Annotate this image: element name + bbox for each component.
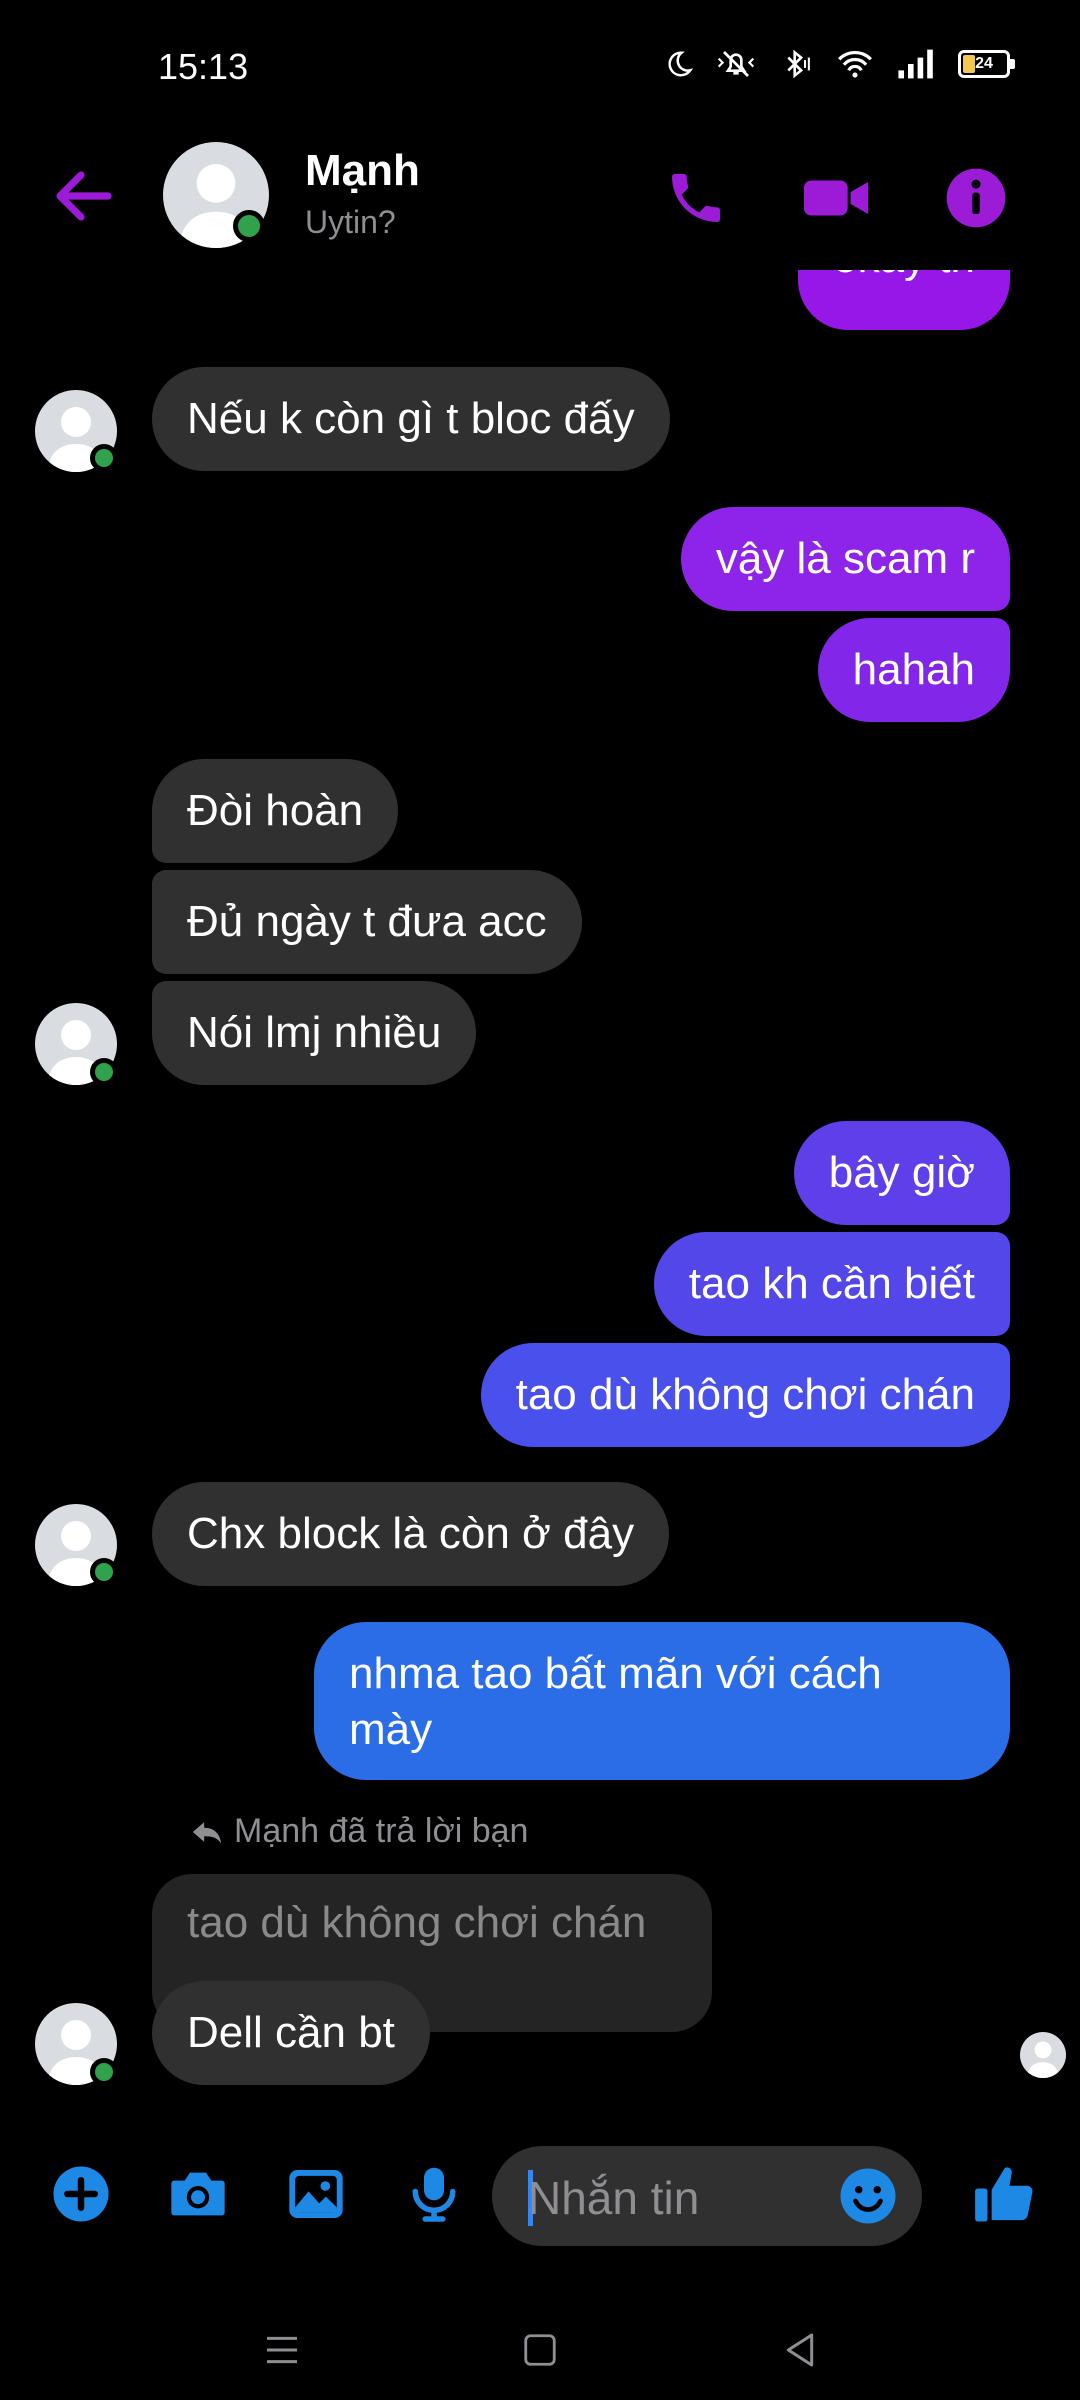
online-indicator xyxy=(233,210,265,242)
arrow-left-icon xyxy=(56,171,112,221)
back-button[interactable] xyxy=(48,160,120,232)
default-avatar-icon xyxy=(1026,2041,1060,2078)
online-indicator xyxy=(90,2058,118,2086)
add-button[interactable] xyxy=(43,2156,119,2232)
reply-indicator: Mạnh đã trả lời bạn xyxy=(190,1812,528,1851)
message-incoming[interactable]: Đủ ngày t đưa acc xyxy=(152,870,582,974)
voice-button[interactable] xyxy=(396,2156,472,2232)
message-incoming[interactable]: Nói lmj nhiều xyxy=(152,981,477,1085)
message-incoming[interactable]: Dell cần bt xyxy=(152,1981,430,2085)
call-button[interactable] xyxy=(658,160,734,236)
triangle-back-icon xyxy=(786,2333,814,2367)
smiley-icon xyxy=(840,2168,896,2224)
camera-button[interactable] xyxy=(160,2156,236,2232)
message-list[interactable]: okay tn Nếu k còn gì t bloc đấy vậy là s… xyxy=(0,0,1080,2100)
gallery-button[interactable] xyxy=(278,2156,354,2232)
info-icon xyxy=(946,168,1006,228)
contact-name[interactable]: Mạnh xyxy=(305,146,420,196)
message-outgoing[interactable]: nhma tao bất mãn với cách mày xyxy=(314,1622,1010,1780)
recents-button[interactable] xyxy=(252,2320,312,2380)
message-outgoing[interactable]: hahah xyxy=(817,618,1010,722)
message-incoming[interactable]: Nếu k còn gì t bloc đấy xyxy=(152,367,670,471)
contact-nickname: Uytin? xyxy=(305,204,396,240)
image-icon xyxy=(289,2170,343,2218)
like-button[interactable] xyxy=(966,2156,1042,2232)
message-outgoing[interactable]: vậy là scam r xyxy=(680,507,1010,611)
video-call-button[interactable] xyxy=(798,160,874,236)
square-icon xyxy=(524,2334,556,2366)
reply-icon xyxy=(192,1821,222,1843)
video-camera-icon xyxy=(803,180,869,216)
message-outgoing[interactable]: bây giờ xyxy=(793,1121,1010,1225)
message-incoming[interactable]: Đòi hoàn xyxy=(152,759,399,863)
online-indicator xyxy=(90,444,118,472)
online-indicator xyxy=(90,1558,118,1586)
plus-circle-icon xyxy=(53,2166,109,2222)
message-incoming[interactable]: Chx block là còn ở đây xyxy=(152,1482,670,1586)
message-outgoing[interactable]: tao kh cần biết xyxy=(653,1232,1010,1336)
message-outgoing[interactable]: tao dù không chơi chán xyxy=(480,1343,1010,1447)
seen-avatar xyxy=(1020,2032,1066,2078)
chat-header: Mạnh Uytin? xyxy=(0,130,1080,270)
emoji-button[interactable] xyxy=(838,2166,898,2226)
camera-icon xyxy=(171,2172,225,2216)
message-input[interactable]: Nhắn tin xyxy=(492,2146,922,2246)
online-indicator xyxy=(90,1058,118,1086)
thumbs-up-icon xyxy=(975,2167,1033,2222)
microphone-icon xyxy=(412,2167,456,2222)
info-button[interactable] xyxy=(938,160,1014,236)
message-placeholder: Nhắn tin xyxy=(528,2172,700,2224)
phone-icon xyxy=(672,174,720,222)
home-button[interactable] xyxy=(510,2320,570,2380)
system-nav-bar xyxy=(0,2300,1080,2400)
menu-icon xyxy=(267,2336,297,2364)
back-nav-button[interactable] xyxy=(770,2320,830,2380)
